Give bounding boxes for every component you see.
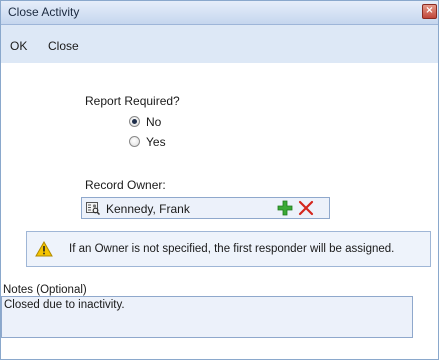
notes-textarea[interactable]: Closed due to inactivity.: [1, 296, 413, 338]
warning-text: If an Owner is not specified, the first …: [69, 243, 395, 255]
record-owner-label: Record Owner:: [85, 178, 166, 192]
window-title: Close Activity: [8, 5, 80, 19]
report-option-yes[interactable]: Yes: [129, 135, 189, 151]
title-bar[interactable]: Close Activity ×: [1, 1, 438, 25]
close-button[interactable]: Close: [48, 39, 79, 53]
close-window-icon[interactable]: ×: [422, 4, 437, 19]
report-option-no[interactable]: No: [129, 115, 189, 131]
record-owner-value: Kennedy, Frank: [106, 202, 190, 216]
warning-triangle-icon: [35, 241, 53, 257]
address-card-icon[interactable]: [86, 201, 100, 215]
report-required-label: Report Required?: [85, 94, 180, 108]
dialog-content: Report Required? No Yes Record Owner: Ke…: [1, 63, 438, 359]
radio-yes-label[interactable]: Yes: [146, 135, 166, 149]
radio-no-label[interactable]: No: [146, 115, 161, 129]
radio-no[interactable]: [129, 116, 140, 127]
green-plus-icon[interactable]: [277, 200, 293, 216]
radio-yes[interactable]: [129, 136, 140, 147]
toolbar: OK Close: [1, 25, 438, 63]
ok-button[interactable]: OK: [10, 39, 27, 53]
close-activity-dialog: Close Activity × OK Close Report Require…: [0, 0, 439, 360]
red-x-icon[interactable]: [298, 200, 314, 216]
warning-banner: If an Owner is not specified, the first …: [26, 231, 431, 267]
record-owner-field[interactable]: Kennedy, Frank: [81, 197, 330, 219]
notes-label: Notes (Optional): [3, 284, 87, 296]
